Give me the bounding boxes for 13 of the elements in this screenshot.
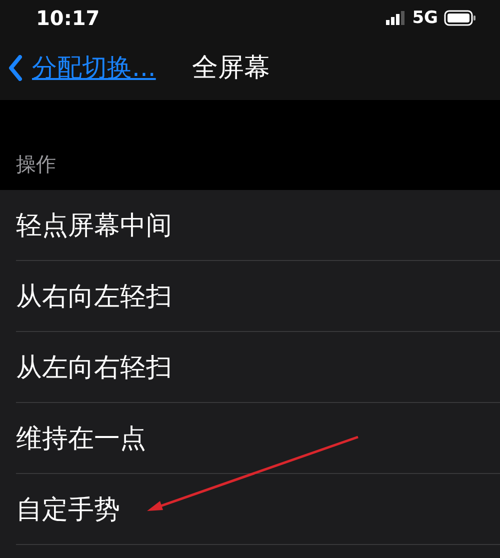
list-item[interactable]: 维持在一点 <box>16 420 146 456</box>
back-chevron-icon <box>8 54 22 80</box>
signal-icon <box>386 10 406 24</box>
network-type: 5G <box>412 8 438 28</box>
back-link[interactable]: 分配切换... <box>8 51 156 84</box>
section-header: 操作 <box>16 151 56 178</box>
list-item[interactable]: 自定手势 <box>16 492 120 526</box>
page-title: 全屏幕 <box>192 52 270 85</box>
list-item[interactable]: 从左向右轻扫 <box>16 350 172 384</box>
list-item[interactable]: 轻点屏幕中间 <box>16 208 172 242</box>
battery-icon <box>444 10 476 26</box>
time: 10:17 <box>36 6 100 30</box>
list-item[interactable]: 从右向左轻扫 <box>16 278 172 314</box>
